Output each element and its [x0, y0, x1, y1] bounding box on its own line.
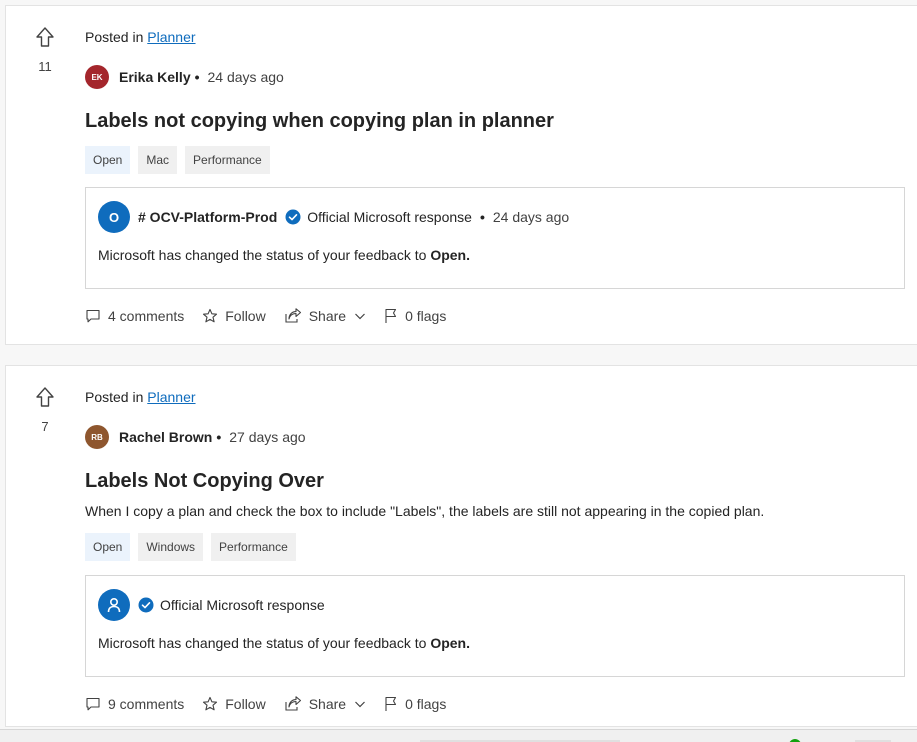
response-text: Microsoft has changed the status of your…	[98, 247, 427, 263]
avatar[interactable]: RB	[85, 425, 109, 449]
person-icon	[107, 597, 121, 613]
star-icon	[203, 308, 218, 323]
posted-in-label: Posted in	[85, 29, 144, 45]
response-body: Microsoft has changed the status of your…	[98, 247, 470, 263]
official-response: Official Microsoft response Microsoft ha…	[85, 575, 905, 677]
response-text: Microsoft has changed the status of your…	[98, 635, 427, 651]
flag-button[interactable]: 0 flags	[384, 696, 446, 712]
verified-check-icon	[138, 597, 154, 613]
taskbar-strip	[0, 729, 917, 742]
post-time: 24 days ago	[207, 69, 284, 85]
comment-icon	[86, 697, 100, 711]
share-button[interactable]: Share	[284, 308, 366, 324]
action-bar: 4 comments Follow Share 0 flags	[85, 308, 464, 324]
star-icon	[203, 696, 218, 711]
share-label: Share	[308, 308, 347, 324]
avatar[interactable]: EK	[85, 65, 109, 89]
action-bar: 9 comments Follow Share 0 flags	[85, 696, 464, 712]
follow-button[interactable]: Follow	[202, 308, 266, 324]
author-name[interactable]: Rachel Brown	[119, 429, 212, 445]
responder-name[interactable]: # OCV-Platform-Prod	[138, 209, 277, 225]
forum-link[interactable]: Planner	[147, 389, 195, 405]
response-status: Open.	[430, 247, 470, 263]
status-tag[interactable]: Open	[85, 533, 131, 561]
post-description: When I copy a plan and check the box to …	[85, 503, 765, 519]
response-status: Open.	[430, 635, 470, 651]
chevron-down-icon[interactable]	[354, 698, 366, 710]
flags-label: 0 flags	[405, 696, 447, 712]
follow-label: Follow	[225, 696, 266, 712]
feedback-card: 7 Posted in Planner RB Rachel Brown • 27…	[5, 365, 917, 727]
tag-list: Open Mac Performance	[85, 146, 270, 174]
separator-dot: •	[479, 209, 485, 225]
verified-check-icon	[285, 209, 301, 225]
posted-in: Posted in Planner	[85, 29, 196, 45]
vote-count: 11	[38, 59, 52, 74]
official-response: O # OCV-Platform-Prod Official Microsoft…	[85, 187, 905, 289]
tag[interactable]: Mac	[138, 146, 178, 174]
post-title[interactable]: Labels Not Copying Over	[85, 470, 324, 493]
author-line: RB Rachel Brown • 27 days ago	[85, 425, 306, 449]
posted-in: Posted in Planner	[85, 389, 196, 405]
responder-avatar[interactable]: O	[98, 201, 130, 233]
feedback-card: 11 Posted in Planner EK Erika Kelly • 24…	[5, 5, 917, 345]
comments-button[interactable]: 9 comments	[85, 696, 184, 712]
author-name[interactable]: Erika Kelly	[119, 69, 191, 85]
follow-label: Follow	[225, 308, 266, 324]
tag[interactable]: Windows	[138, 533, 204, 561]
share-button[interactable]: Share	[284, 696, 366, 712]
forum-link[interactable]: Planner	[147, 29, 195, 45]
upvote-icon[interactable]	[35, 386, 55, 408]
separator-dot: •	[216, 429, 222, 445]
response-time: 24 days ago	[492, 209, 570, 225]
post-title[interactable]: Labels not copying when copying plan in …	[85, 110, 554, 133]
vote-control: 7	[32, 386, 58, 434]
upvote-icon[interactable]	[35, 26, 55, 48]
follow-button[interactable]: Follow	[202, 696, 266, 712]
status-tag[interactable]: Open	[85, 146, 131, 174]
tag-list: Open Windows Performance	[85, 533, 296, 561]
comments-button[interactable]: 4 comments	[85, 308, 184, 324]
official-response-label: Official Microsoft response	[307, 209, 472, 225]
author-line: EK Erika Kelly • 24 days ago	[85, 65, 284, 89]
post-time: 27 days ago	[229, 429, 306, 445]
comments-label: 9 comments	[108, 696, 185, 712]
response-header: O # OCV-Platform-Prod Official Microsoft…	[98, 201, 569, 233]
tag[interactable]: Performance	[185, 146, 270, 174]
flags-label: 0 flags	[405, 308, 447, 324]
tag[interactable]: Performance	[211, 533, 296, 561]
responder-avatar[interactable]	[98, 589, 130, 621]
flag-icon	[385, 696, 397, 711]
posted-in-label: Posted in	[85, 389, 144, 405]
share-label: Share	[308, 696, 347, 712]
official-response-label: Official Microsoft response	[160, 597, 325, 613]
vote-control: 11	[32, 26, 58, 74]
separator-dot: •	[194, 69, 200, 85]
response-body: Microsoft has changed the status of your…	[98, 635, 470, 651]
comments-label: 4 comments	[108, 308, 185, 324]
chevron-down-icon[interactable]	[354, 310, 366, 322]
share-icon	[285, 696, 301, 711]
feedback-list: 11 Posted in Planner EK Erika Kelly • 24…	[0, 0, 917, 742]
flag-button[interactable]: 0 flags	[384, 308, 446, 324]
share-icon	[285, 308, 301, 323]
vote-count: 7	[41, 419, 49, 434]
response-header: Official Microsoft response	[98, 589, 325, 621]
flag-icon	[385, 308, 397, 323]
comment-icon	[86, 309, 100, 323]
